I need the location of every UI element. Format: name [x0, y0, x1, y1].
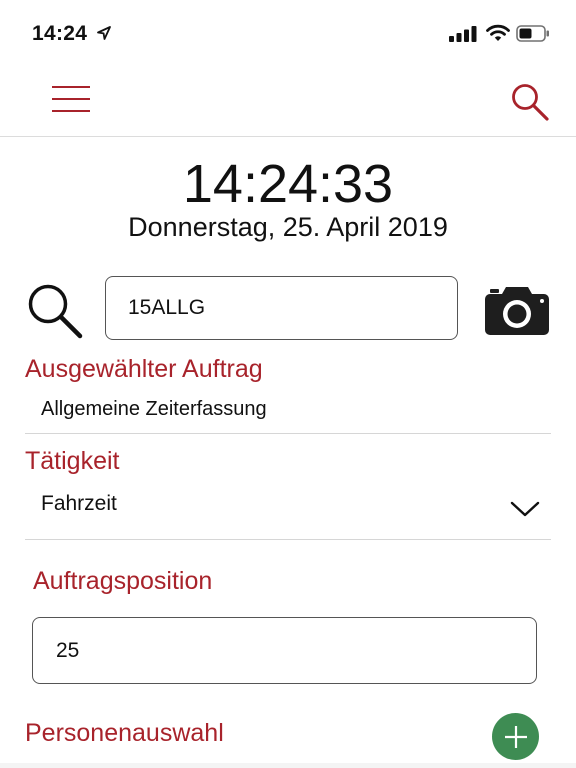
persons-label: Personenauswahl — [25, 719, 224, 747]
divider — [25, 539, 551, 540]
divider — [25, 433, 551, 434]
search-icon[interactable] — [510, 82, 550, 122]
status-bar-time: 14:24 — [32, 22, 88, 45]
menu-icon[interactable] — [52, 85, 90, 113]
location-arrow-icon — [97, 26, 111, 40]
wifi-icon — [486, 24, 510, 41]
order-position-label: Auftragsposition — [33, 567, 213, 595]
signal-icon — [449, 26, 477, 42]
activity-select[interactable]: Fahrzeit — [41, 492, 117, 516]
bottom-edge — [0, 763, 576, 768]
nav-divider — [0, 136, 576, 137]
selected-order-label: Ausgewählter Auftrag — [25, 355, 263, 383]
order-search-input[interactable] — [105, 276, 458, 340]
current-time: 14:24:33 — [182, 154, 394, 214]
camera-icon[interactable] — [484, 284, 550, 336]
order-position-input[interactable] — [32, 617, 537, 684]
plus-icon — [504, 725, 527, 748]
add-person-button[interactable] — [492, 713, 539, 760]
search-icon[interactable] — [26, 282, 86, 342]
selected-order-value: Allgemeine Zeiterfassung — [41, 398, 267, 420]
battery-icon — [516, 25, 549, 42]
current-date: Donnerstag, 25. April 2019 — [128, 212, 448, 242]
chevron-down-icon[interactable] — [510, 500, 540, 518]
activity-label: Tätigkeit — [25, 447, 120, 475]
